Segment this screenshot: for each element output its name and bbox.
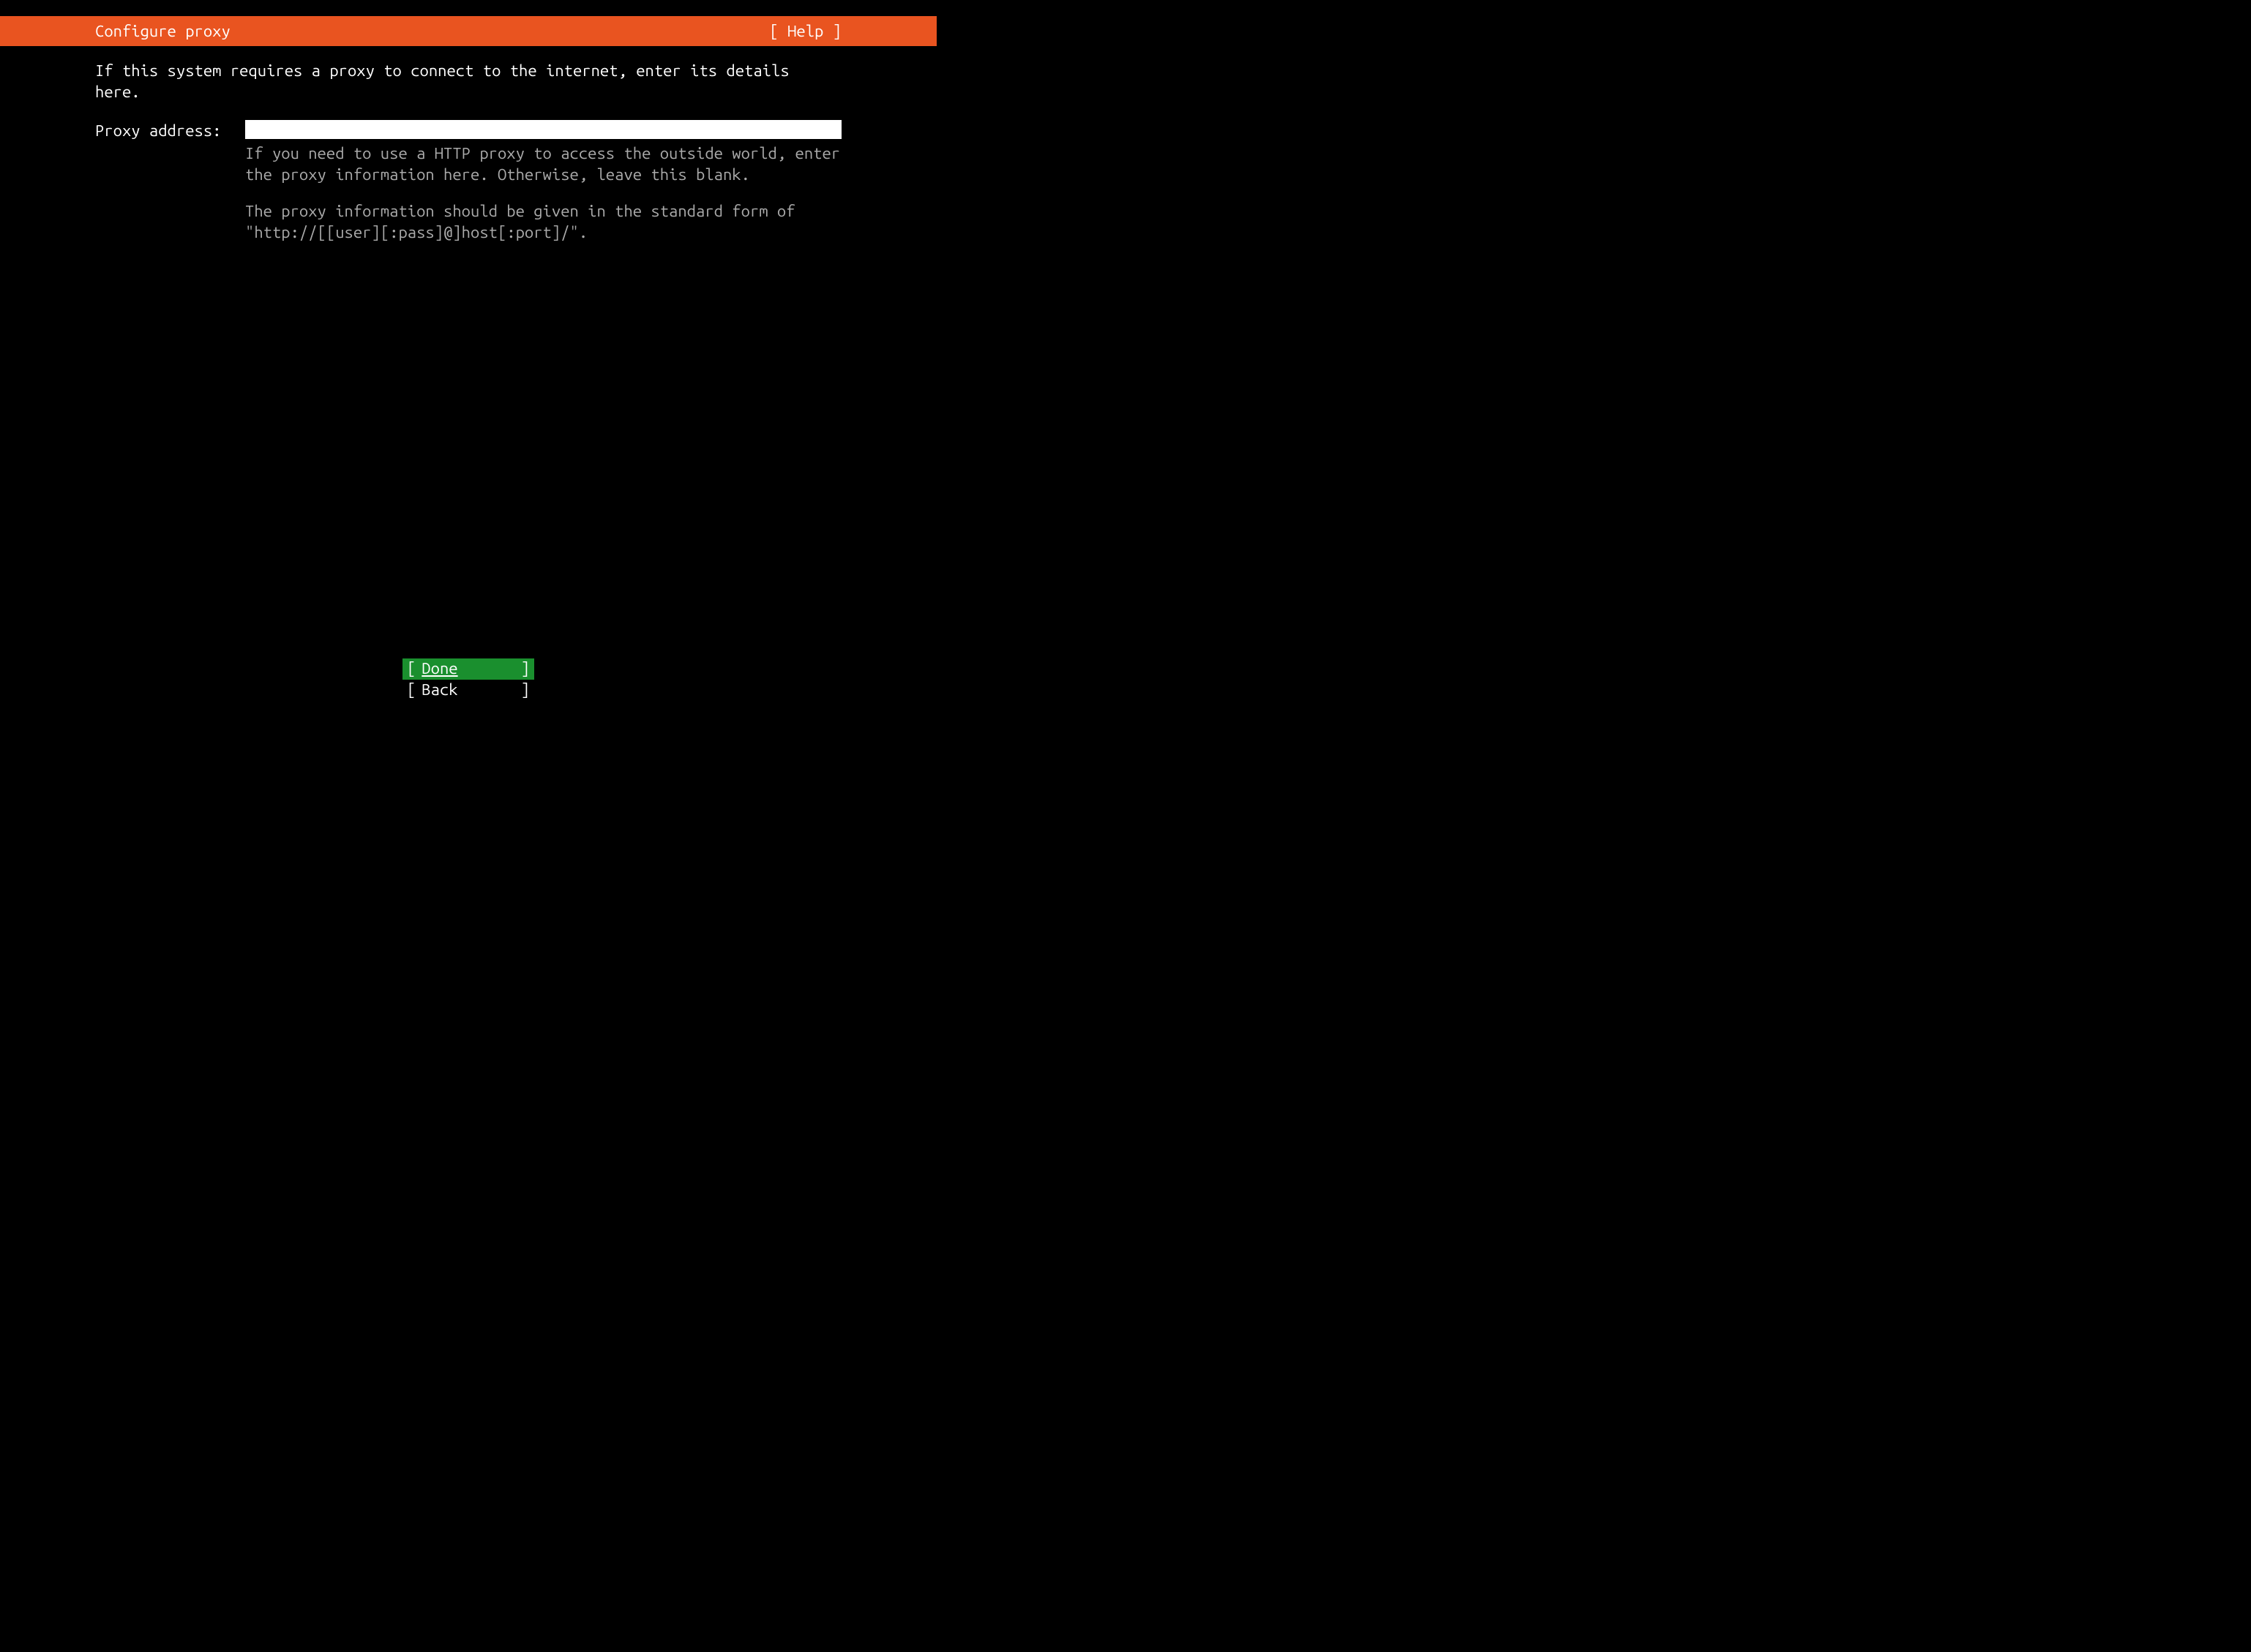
- done-button[interactable]: [ Done ]: [402, 658, 534, 679]
- help-button[interactable]: [ Help ]: [769, 22, 937, 40]
- back-button-label: Back: [416, 680, 520, 699]
- bracket-open-icon: [: [407, 659, 416, 678]
- content-area: If this system requires a proxy to conne…: [0, 46, 937, 244]
- back-button[interactable]: [ Back ]: [402, 680, 534, 700]
- footer-buttons: [ Done ] [ Back ]: [0, 658, 937, 700]
- proxy-help-text-1: If you need to use a HTTP proxy to acces…: [245, 143, 842, 185]
- bracket-close-icon: ]: [521, 659, 530, 678]
- proxy-address-input[interactable]: [245, 120, 842, 139]
- page-title: Configure proxy: [0, 22, 231, 40]
- proxy-help-text-2: The proxy information should be given in…: [245, 201, 842, 243]
- bracket-open-icon: [: [407, 680, 416, 699]
- proxy-row: Proxy address: If you need to use a HTTP…: [95, 120, 842, 243]
- proxy-label: Proxy address:: [95, 120, 245, 140]
- bracket-close-icon: ]: [521, 680, 530, 699]
- done-button-label: Done: [416, 659, 520, 678]
- header-bar: Configure proxy [ Help ]: [0, 16, 937, 46]
- intro-text: If this system requires a proxy to conne…: [95, 61, 842, 102]
- proxy-input-column: If you need to use a HTTP proxy to acces…: [245, 120, 842, 243]
